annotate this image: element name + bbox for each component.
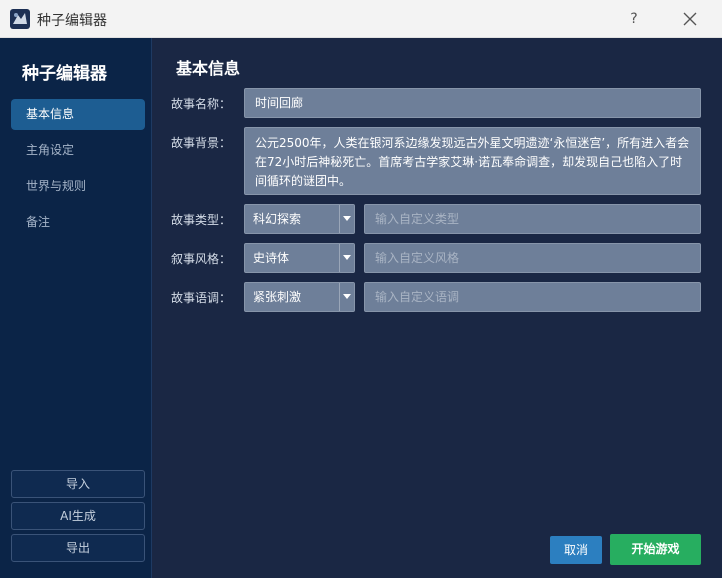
custom-style-input[interactable]: 输入自定义风格	[364, 243, 701, 273]
sidebar-item-basic-info[interactable]: 基本信息	[11, 99, 145, 130]
narrative-style-value: 史诗体	[253, 251, 290, 265]
app-logo-icon	[10, 9, 30, 29]
chevron-down-icon[interactable]	[339, 205, 354, 233]
start-game-button[interactable]: 开始游戏	[610, 534, 701, 565]
help-button[interactable]: ?	[622, 8, 646, 30]
sidebar: 种子编辑器 基本信息 主角设定 世界与规则 备注 导入 AI生成 导出	[0, 38, 152, 578]
story-tone-select[interactable]: 紧张刺激	[244, 282, 355, 312]
story-name-label: 故事名称：	[171, 97, 232, 111]
sidebar-item-notes[interactable]: 备注	[11, 207, 145, 238]
narrative-style-select[interactable]: 史诗体	[244, 243, 355, 273]
import-button[interactable]: 导入	[11, 470, 145, 498]
sidebar-item-protagonist[interactable]: 主角设定	[11, 135, 145, 166]
story-name-input[interactable]: 时间回廊	[244, 88, 701, 118]
narrative-style-label: 叙事风格：	[171, 252, 232, 266]
custom-tone-input[interactable]: 输入自定义语调	[364, 282, 701, 312]
sidebar-item-world-rules[interactable]: 世界与规则	[11, 171, 145, 202]
window-title: 种子编辑器	[37, 13, 107, 29]
story-type-value: 科幻探索	[253, 212, 302, 226]
main-panel: 基本信息 故事名称： 时间回廊 故事背景： 公元2500年，人类在银河系边缘发现…	[152, 38, 722, 578]
story-tone-label: 故事语调：	[171, 291, 232, 305]
story-type-label: 故事类型：	[171, 213, 232, 227]
close-icon	[683, 12, 697, 26]
section-title: 基本信息	[176, 59, 241, 78]
story-background-textarea[interactable]: 公元2500年，人类在银河系边缘发现远古外星文明遗迹‘永恒迷宫’，所有进入者会在…	[244, 127, 701, 195]
story-type-select[interactable]: 科幻探索	[244, 204, 355, 234]
export-button[interactable]: 导出	[11, 534, 145, 562]
custom-type-input[interactable]: 输入自定义类型	[364, 204, 701, 234]
chevron-down-icon[interactable]	[339, 283, 354, 311]
sidebar-title: 种子编辑器	[22, 64, 107, 84]
ai-generate-button[interactable]: AI生成	[11, 502, 145, 530]
cancel-button[interactable]: 取消	[550, 536, 602, 564]
title-bar: 种子编辑器 ?	[0, 0, 722, 38]
story-background-label: 故事背景：	[171, 136, 232, 150]
close-button[interactable]	[678, 8, 702, 30]
chevron-down-icon[interactable]	[339, 244, 354, 272]
story-tone-value: 紧张刺激	[253, 290, 302, 304]
